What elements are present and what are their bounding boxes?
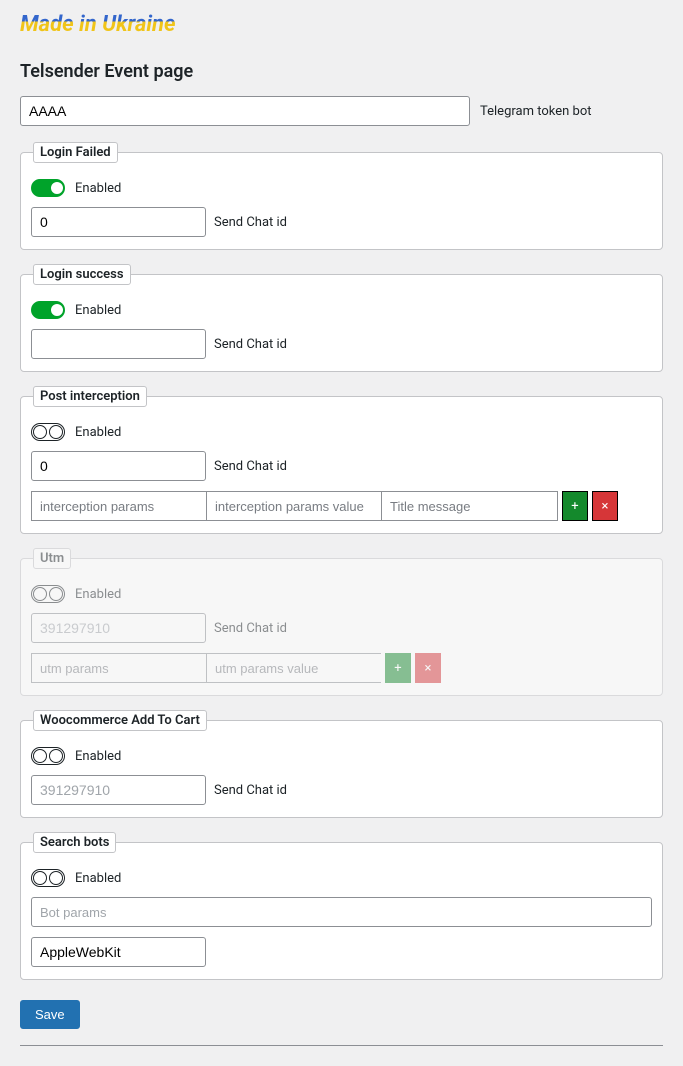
interception-remove-button[interactable]: ×: [592, 491, 618, 521]
utm-chatid-label: Send Chat id: [214, 621, 287, 636]
utm-params-value-input[interactable]: [206, 653, 381, 683]
utm-chatid-input[interactable]: [31, 613, 206, 643]
login-success-chatid-label: Send Chat id: [214, 337, 287, 352]
post-interception-enabled-label: Enabled: [75, 425, 121, 440]
interception-title-input[interactable]: [381, 491, 558, 521]
login-failed-section: Login Failed Enabled Send Chat id: [20, 142, 663, 250]
search-bots-legend: Search bots: [33, 832, 116, 853]
login-failed-legend: Login Failed: [33, 142, 118, 163]
telegram-token-input[interactable]: [20, 96, 470, 126]
login-failed-toggle[interactable]: [31, 179, 65, 197]
post-interception-chatid-input[interactable]: [31, 451, 206, 481]
interception-params-value-input[interactable]: [206, 491, 381, 521]
post-interception-legend: Post interception: [33, 386, 147, 407]
search-bots-section: Search bots Enabled: [20, 832, 663, 980]
login-success-section: Login success Enabled Send Chat id: [20, 264, 663, 372]
woo-toggle[interactable]: [31, 747, 65, 765]
woo-chatid-label: Send Chat id: [214, 783, 287, 798]
post-interception-section: Post interception Enabled Send Chat id +…: [20, 386, 663, 534]
utm-remove-button[interactable]: ×: [415, 653, 441, 683]
interception-params-input[interactable]: [31, 491, 206, 521]
utm-add-button[interactable]: +: [385, 653, 411, 683]
utm-section: Utm Enabled Send Chat id + ×: [20, 548, 663, 696]
bot-params-input[interactable]: [31, 897, 652, 927]
woo-add-to-cart-section: Woocommerce Add To Cart Enabled Send Cha…: [20, 710, 663, 818]
woo-chatid-input[interactable]: [31, 775, 206, 805]
login-failed-enabled-label: Enabled: [75, 181, 121, 196]
utm-enabled-label: Enabled: [75, 587, 121, 602]
search-bots-toggle[interactable]: [31, 869, 65, 887]
utm-params-input[interactable]: [31, 653, 206, 683]
bot-value-input[interactable]: [31, 937, 206, 967]
login-success-enabled-label: Enabled: [75, 303, 121, 318]
footer-divider: [20, 1045, 663, 1046]
save-button[interactable]: Save: [20, 1000, 80, 1029]
woo-enabled-label: Enabled: [75, 749, 121, 764]
utm-legend: Utm: [33, 548, 71, 569]
search-bots-enabled-label: Enabled: [75, 871, 121, 886]
token-row: Telegram token bot: [20, 96, 663, 126]
interception-add-button[interactable]: +: [562, 491, 588, 521]
ukraine-banner: Made in Ukraine: [20, 0, 176, 43]
page-title: Telsender Event page: [20, 61, 663, 82]
post-interception-chatid-label: Send Chat id: [214, 459, 287, 474]
login-failed-chatid-input[interactable]: [31, 207, 206, 237]
woo-add-to-cart-legend: Woocommerce Add To Cart: [33, 710, 207, 731]
login-success-toggle[interactable]: [31, 301, 65, 319]
utm-toggle[interactable]: [31, 585, 65, 603]
login-failed-chatid-label: Send Chat id: [214, 215, 287, 230]
post-interception-toggle[interactable]: [31, 423, 65, 441]
login-success-chatid-input[interactable]: [31, 329, 206, 359]
telegram-token-label: Telegram token bot: [480, 104, 592, 119]
login-success-legend: Login success: [33, 264, 131, 285]
